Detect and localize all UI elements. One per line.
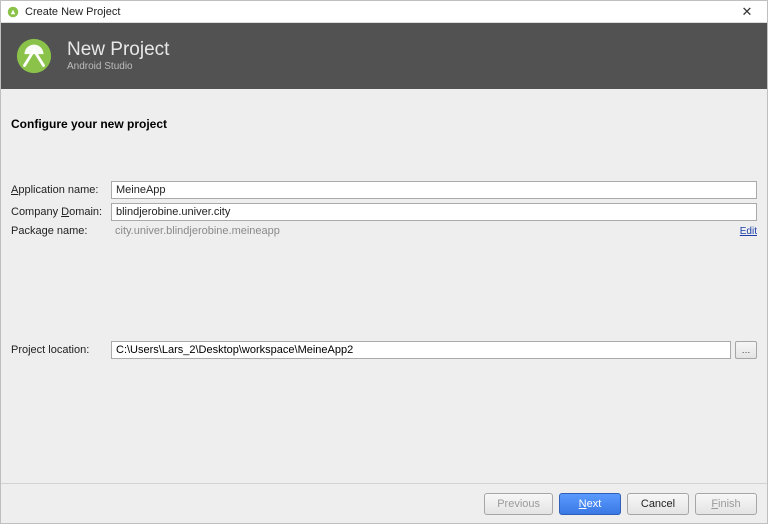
content-area: Configure your new project Application n… [1, 89, 767, 483]
project-location-input[interactable] [111, 341, 731, 359]
label-project-location: Project location: [11, 344, 111, 356]
window-title: Create New Project [25, 6, 733, 18]
row-project-location: Project location: … [11, 341, 757, 359]
finish-button: Finish [695, 493, 757, 515]
edit-package-link[interactable]: Edit [740, 226, 757, 237]
cancel-button[interactable]: Cancel [627, 493, 689, 515]
titlebar: Create New Project ✕ [1, 1, 767, 23]
browse-location-button[interactable]: … [735, 341, 757, 359]
next-button[interactable]: Next [559, 493, 621, 515]
banner-title: New Project [67, 40, 169, 61]
android-studio-logo-icon [15, 37, 53, 75]
app-icon [7, 6, 19, 18]
company-domain-input[interactable] [111, 203, 757, 221]
ellipsis-icon: … [742, 345, 751, 355]
row-package-name: Package name: city.univer.blindjerobine.… [11, 225, 757, 237]
row-application-name: Application name: [11, 181, 757, 199]
label-company-domain: Company Domain: [11, 206, 111, 218]
label-application-name: Application name: [11, 184, 111, 196]
application-name-input[interactable] [111, 181, 757, 199]
label-package-name: Package name: [11, 225, 111, 237]
banner-subtitle: Android Studio [67, 61, 169, 72]
wizard-footer: Previous Next Cancel Finish [1, 483, 767, 523]
wizard-window: Create New Project ✕ New Project Android… [0, 0, 768, 524]
previous-button: Previous [484, 493, 553, 515]
banner: New Project Android Studio [1, 23, 767, 89]
close-icon[interactable]: ✕ [733, 2, 761, 22]
package-name-value: city.univer.blindjerobine.meineapp [111, 225, 730, 237]
row-company-domain: Company Domain: [11, 203, 757, 221]
page-heading: Configure your new project [11, 117, 757, 131]
